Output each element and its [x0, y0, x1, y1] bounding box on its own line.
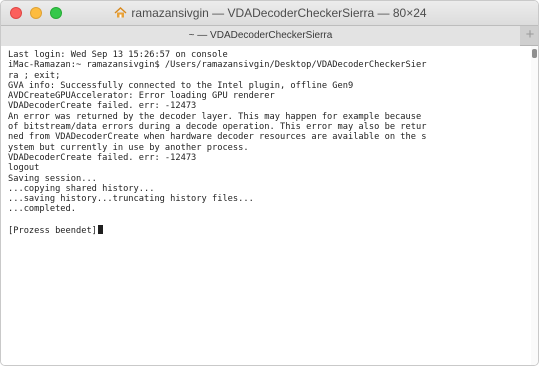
new-tab-button[interactable]: +	[523, 27, 537, 44]
scrollbar-track[interactable]	[531, 46, 538, 365]
terminal-line: iMac-Ramazan:~ ramazansivgin$ /Users/ram…	[8, 60, 427, 71]
terminal-output[interactable]: Last login: Wed Sep 13 15:26:57 on conso…	[1, 46, 533, 365]
title-bar[interactable]: ramazansivgin — VDADecoderCheckerSierra …	[1, 1, 538, 25]
terminal-prompt-line: [Prozess beendet]	[8, 225, 533, 237]
terminal-line: ystem but currently in use by another pr…	[8, 142, 249, 153]
home-folder-icon	[114, 7, 127, 18]
terminal-line: VDADecoderCreate failed. err: -12473	[8, 152, 197, 163]
terminal-window: ramazansivgin — VDADecoderCheckerSierra …	[0, 0, 539, 366]
tab-bar: ~ — VDADecoderCheckerSierra +	[1, 25, 538, 46]
terminal-line: AVDCreateGPUAccelerator: Error loading G…	[8, 91, 275, 102]
text-cursor	[97, 225, 103, 235]
tab-vdadecoderchecker[interactable]: ~ — VDADecoderCheckerSierra	[1, 26, 520, 46]
process-ended-text: [Prozess beendet]	[8, 226, 97, 237]
terminal-line: ...completed.	[8, 204, 76, 215]
terminal-line: ra ; exit;	[8, 70, 61, 81]
terminal-line: Saving session...	[8, 173, 97, 184]
terminal-line: ...saving history...truncating history f…	[8, 194, 254, 205]
terminal-line: GVA info: Successfully connected to the …	[8, 80, 354, 91]
terminal-line: Last login: Wed Sep 13 15:26:57 on conso…	[8, 50, 228, 60]
terminal-line: An error was returned by the decoder lay…	[8, 111, 422, 122]
tab-label: ~ — VDADecoderCheckerSierra	[188, 30, 333, 41]
terminal-line: VDADecoderCreate failed. err: -12473	[8, 101, 197, 112]
terminal-line: ned from VDADecoderCreate when hardware …	[8, 132, 427, 143]
terminal-line: ...copying shared history...	[8, 183, 155, 194]
terminal-line: logout	[8, 163, 40, 174]
terminal-line: of bitstream/data errors during a decode…	[8, 122, 427, 133]
window-title: ramazansivgin — VDADecoderCheckerSierra …	[131, 6, 427, 20]
window-title-bar-text: ramazansivgin — VDADecoderCheckerSierra …	[1, 6, 538, 20]
scrollbar-thumb[interactable]	[532, 49, 537, 58]
